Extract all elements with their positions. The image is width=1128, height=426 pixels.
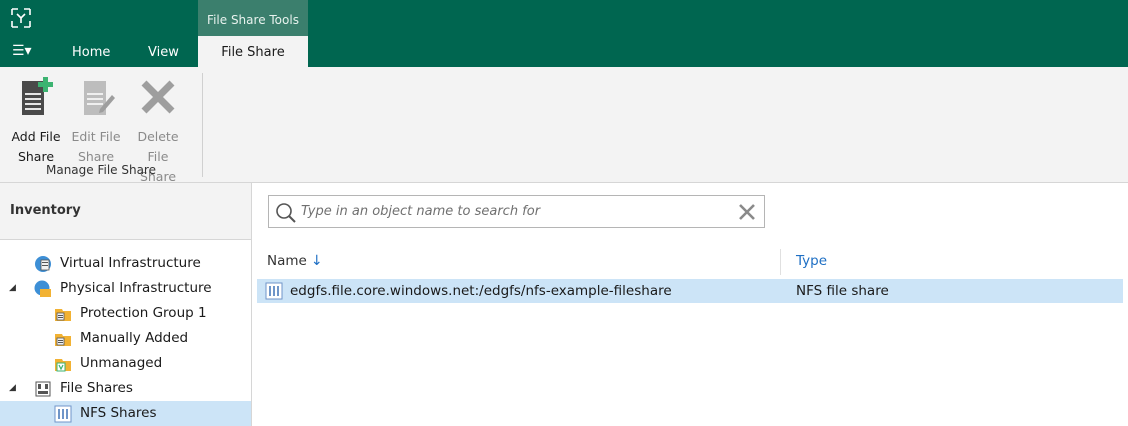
column-separator[interactable] (780, 249, 781, 275)
table-row[interactable]: edgfs.file.core.windows.net:/edgfs/nfs-e… (257, 279, 1123, 303)
tree-item-physical-infrastructure[interactable]: ◢ Physical Infrastructure (0, 276, 251, 301)
tree-label: Physical Infrastructure (60, 280, 212, 296)
title-bar: File Share Tools (0, 0, 1128, 38)
unmanaged-icon (55, 359, 71, 372)
ribbon: Add File Share Edit File Share Delete Fi… (0, 67, 1128, 184)
tree-item-manually-added[interactable]: Manually Added (0, 326, 251, 351)
tree-label: File Shares (60, 380, 133, 396)
add-file-share-button[interactable]: Add File Share (6, 75, 66, 167)
expand-arrow-icon[interactable]: ◢ (9, 376, 16, 401)
inventory-pane: Inventory Virtual Infrastructure ◢ Physi… (0, 183, 252, 426)
main-menu-button[interactable]: ☰▾ (12, 43, 32, 59)
tree-label: NFS Shares (80, 405, 157, 421)
tree-item-protection-group-1[interactable]: Protection Group 1 (0, 301, 251, 326)
manual-group-icon (55, 334, 71, 346)
ribbon-tab-bar: ☰▾ Home View File Share (0, 36, 1128, 67)
add-file-share-icon (22, 77, 53, 115)
column-header-name[interactable]: Name ↓ (267, 253, 323, 269)
edit-file-share-label-1: Edit File (71, 129, 121, 144)
tab-view[interactable]: View (142, 36, 185, 67)
edit-file-share-icon (84, 81, 115, 115)
delete-file-share-label-1: Delete (137, 129, 179, 144)
ribbon-group-label: Manage File Share (45, 163, 156, 177)
add-file-share-label-1: Add File (11, 129, 61, 144)
search-placeholder: Type in an object name to search for (301, 204, 541, 219)
tree-item-virtual-infrastructure[interactable]: Virtual Infrastructure (0, 251, 251, 276)
search-icon (276, 203, 296, 223)
row-type-cell: NFS file share (796, 283, 889, 299)
tree-item-unmanaged[interactable]: Unmanaged (0, 351, 251, 376)
context-tab-group-title: File Share Tools (198, 0, 308, 38)
tree-item-nfs-shares[interactable]: NFS Shares (0, 401, 251, 426)
app-logo-icon (11, 8, 31, 28)
protection-group-icon (55, 309, 71, 321)
tree-label: Manually Added (80, 330, 189, 346)
delete-x-icon (141, 80, 175, 114)
hamburger-icon: ☰▾ (12, 43, 32, 59)
clear-search-icon[interactable] (738, 203, 756, 221)
globe-folder-icon (34, 280, 51, 297)
search-input[interactable]: Type in an object name to search for (268, 195, 765, 228)
nfs-share-icon (265, 282, 283, 300)
tree-label: Unmanaged (80, 355, 163, 371)
tab-file-share[interactable]: File Share (198, 36, 308, 67)
tree-label: Virtual Infrastructure (60, 255, 201, 271)
column-header-type[interactable]: Type (796, 253, 827, 269)
inventory-title: Inventory (10, 203, 81, 218)
tree-item-file-shares[interactable]: ◢ File Shares (0, 376, 251, 401)
inventory-header: Inventory (0, 183, 251, 240)
nfs-share-icon (54, 405, 72, 423)
expand-arrow-icon[interactable]: ◢ (9, 276, 16, 301)
content-pane: Type in an object name to search for Nam… (252, 183, 1128, 426)
globe-server-icon (35, 256, 51, 272)
file-shares-icon (35, 381, 51, 397)
column-header-name-label: Name (267, 253, 307, 269)
tab-home[interactable]: Home (66, 36, 116, 67)
edit-file-share-button[interactable]: Edit File Share (66, 75, 126, 167)
sort-down-arrow-icon: ↓ (310, 253, 323, 269)
tree-label: Protection Group 1 (80, 305, 207, 321)
ribbon-group-separator (202, 73, 203, 177)
row-name-cell: edgfs.file.core.windows.net:/edgfs/nfs-e… (290, 283, 672, 299)
